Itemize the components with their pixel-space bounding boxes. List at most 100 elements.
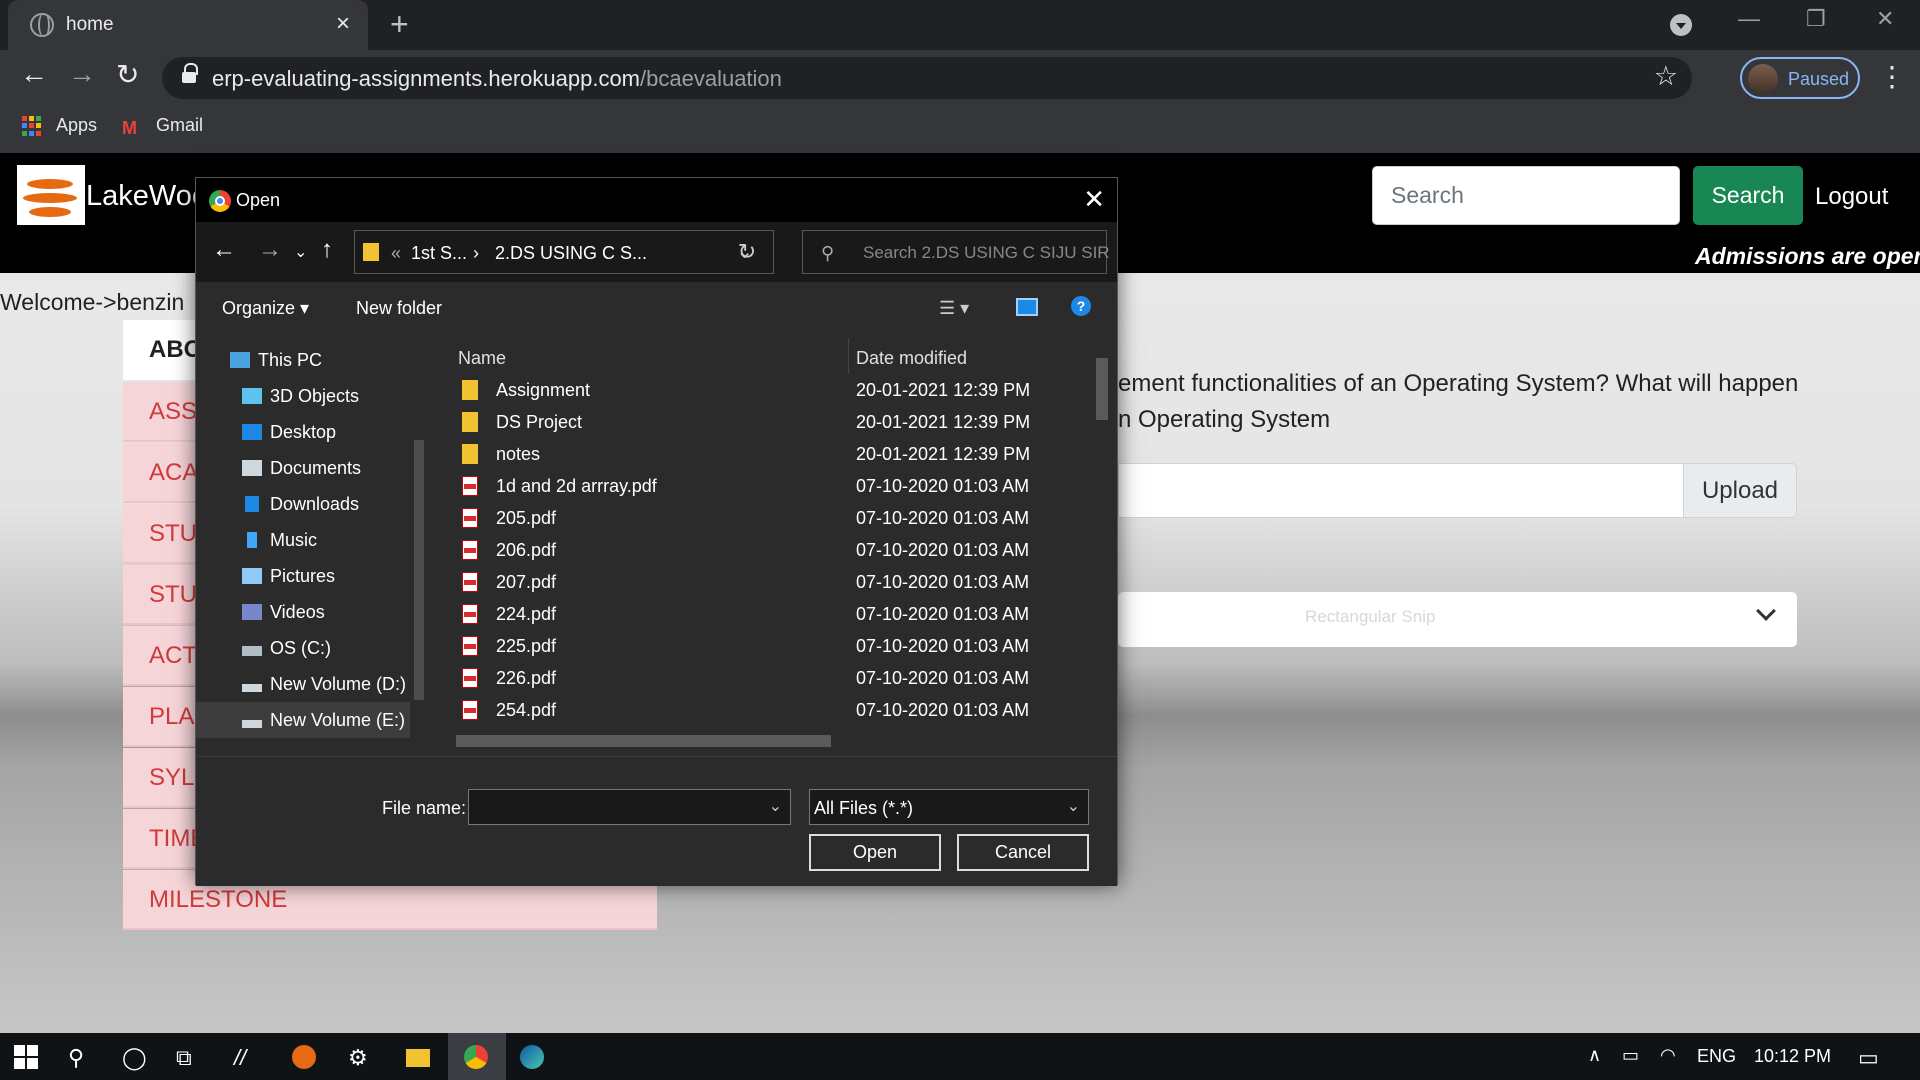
organize-button[interactable]: Organize ▾	[222, 298, 309, 319]
menu-kebab-icon[interactable]: ⋮	[1878, 60, 1906, 93]
forward-icon[interactable]: →	[68, 58, 96, 90]
preview-pane-icon[interactable]	[1016, 298, 1038, 316]
back-icon[interactable]: ←	[212, 236, 236, 264]
file-row[interactable]: notes 20-01-2021 12:39 PM	[436, 438, 1101, 470]
file-row[interactable]: 226.pdf 07-10-2020 01:03 AM	[436, 662, 1101, 694]
breadcrumb-item[interactable]: 2.DS USING C S...	[495, 243, 647, 264]
edge-icon[interactable]	[520, 1045, 544, 1069]
windows-start-icon[interactable]	[14, 1045, 38, 1069]
chevron-down-icon	[1756, 601, 1776, 621]
file-row[interactable]: Assignment 20-01-2021 12:39 PM	[436, 374, 1101, 406]
view-options-icon[interactable]: ☰ ▾	[939, 298, 969, 319]
battery-icon[interactable]: ▭	[1622, 1045, 1639, 1066]
profile-button[interactable]: Paused	[1740, 57, 1860, 99]
nav-drive-e[interactable]: New Volume (E:)	[242, 710, 405, 731]
tab-title: home	[66, 14, 114, 35]
file-row[interactable]: 1d and 2d arrray.pdf 07-10-2020 01:03 AM	[436, 470, 1101, 502]
help-icon[interactable]: ?	[1071, 296, 1091, 316]
new-tab-button[interactable]: +	[390, 6, 409, 43]
bookmark-star-icon[interactable]: ☆	[1654, 61, 1678, 92]
language-indicator[interactable]: ENG	[1697, 1046, 1736, 1067]
file-list-vertical-scrollbar[interactable]	[1091, 330, 1113, 732]
close-tab-icon[interactable]: ×	[336, 10, 350, 38]
file-name-label: File name:	[382, 798, 467, 818]
restore-button[interactable]: ❐	[1806, 6, 1826, 32]
file-name: 226.pdf	[496, 668, 557, 688]
nav-drive-d[interactable]: New Volume (D:)	[242, 674, 406, 695]
browser-tab[interactable]: home ×	[8, 0, 368, 50]
window-close-button[interactable]: ✕	[1876, 6, 1894, 32]
address-bar[interactable]: erp-evaluating-assignments.herokuapp.com…	[162, 57, 1692, 99]
open-button[interactable]: Open	[809, 834, 941, 871]
search-icon[interactable]: ⚲	[68, 1045, 84, 1071]
reload-icon[interactable]: ↻	[116, 58, 139, 91]
back-icon[interactable]: ←	[20, 58, 48, 90]
file-input-field[interactable]	[1118, 463, 1683, 518]
nav-videos[interactable]: Videos	[242, 602, 325, 623]
upload-button[interactable]: Upload	[1683, 463, 1797, 518]
file-name-input[interactable]: ⌄	[468, 789, 791, 825]
refresh-icon[interactable]: ↻	[719, 232, 775, 272]
folder-icon	[462, 444, 478, 464]
file-row[interactable]: DS Project 20-01-2021 12:39 PM	[436, 406, 1101, 438]
bookmark-gmail[interactable]: Gmail	[156, 115, 203, 136]
file-row[interactable]: 205.pdf 07-10-2020 01:03 AM	[436, 502, 1101, 534]
file-list-horizontal-scrollbar[interactable]	[436, 730, 1096, 752]
nav-pane-scrollbar[interactable]	[410, 330, 428, 738]
forward-icon[interactable]: →	[258, 236, 282, 264]
taskbar-clock[interactable]: 10:12 PM	[1754, 1046, 1831, 1067]
nav-desktop[interactable]: Desktop	[242, 422, 336, 443]
chrome-icon[interactable]	[464, 1045, 488, 1069]
dialog-title: Open	[236, 190, 281, 210]
file-row[interactable]: 224.pdf 07-10-2020 01:03 AM	[436, 598, 1101, 630]
site-search-input[interactable]	[1372, 166, 1680, 225]
file-explorer-icon[interactable]	[406, 1049, 430, 1067]
file-row[interactable]: 206.pdf 07-10-2020 01:03 AM	[436, 534, 1101, 566]
tray-chevron-icon[interactable]: ∧	[1588, 1045, 1601, 1066]
dialog-search-input[interactable]: ⚲ Search 2.DS USING C SIJU SIR	[802, 230, 1110, 274]
nav-pictures[interactable]: Pictures	[242, 566, 335, 587]
file-row[interactable]: 254.pdf 07-10-2020 01:03 AM	[436, 694, 1101, 726]
file-type-select[interactable]: All Files (*.*) ⌄	[809, 789, 1089, 825]
minimize-button[interactable]: —	[1738, 6, 1760, 32]
apps-grid-icon[interactable]	[22, 116, 42, 136]
breadcrumb-item[interactable]: 1st S...	[411, 243, 467, 264]
column-name-header[interactable]: Name	[458, 348, 506, 369]
nav-drive-c[interactable]: OS (C:)	[242, 638, 331, 659]
app-icon[interactable]	[292, 1045, 316, 1069]
nav-documents[interactable]: Documents	[242, 458, 361, 479]
file-row[interactable]: 207.pdf 07-10-2020 01:03 AM	[436, 566, 1101, 598]
dialog-address-bar[interactable]: « 1st S... › 2.DS USING C S... ⌄	[354, 230, 774, 274]
new-folder-button[interactable]: New folder	[356, 298, 442, 319]
logout-link[interactable]: Logout	[1815, 183, 1888, 211]
task-view-icon[interactable]: ⧉	[176, 1045, 192, 1071]
nav-downloads[interactable]: Downloads	[242, 494, 359, 515]
select-dropdown[interactable]	[1118, 592, 1797, 647]
file-row[interactable]: 225.pdf 07-10-2020 01:03 AM	[436, 630, 1101, 662]
tab-search-icon[interactable]	[1670, 14, 1692, 36]
site-logo[interactable]	[17, 165, 85, 225]
nav-this-pc[interactable]: This PC	[230, 350, 322, 371]
notification-icon[interactable]: ▭	[1858, 1045, 1879, 1071]
gmail-icon[interactable]: M	[122, 118, 137, 139]
nav-3d-objects[interactable]: 3D Objects	[242, 386, 359, 407]
pen-app-icon[interactable]: //	[234, 1045, 246, 1071]
nav-music[interactable]: Music	[242, 530, 317, 551]
settings-gear-icon[interactable]: ⚙	[348, 1045, 368, 1071]
site-brand[interactable]: LakeWoo	[86, 180, 208, 213]
dialog-nav-pane: This PC 3D Objects Desktop Documents Dow…	[196, 330, 428, 738]
cancel-button[interactable]: Cancel	[957, 834, 1089, 871]
wifi-icon[interactable]: ◠	[1660, 1045, 1676, 1066]
bookmark-apps[interactable]: Apps	[56, 115, 97, 136]
up-folder-icon[interactable]: ↑	[321, 236, 333, 264]
column-date-header[interactable]: Date modified	[856, 348, 967, 369]
site-search-button[interactable]: Search	[1693, 166, 1803, 225]
dialog-titlebar: Open ✕	[196, 178, 1117, 222]
chevron-down-icon[interactable]: ⌄	[769, 796, 782, 816]
recent-locations-icon[interactable]: ⌄	[294, 242, 307, 262]
cortana-icon[interactable]: ◯	[122, 1045, 147, 1071]
pdf-file-icon	[462, 572, 478, 592]
dialog-close-icon[interactable]: ✕	[1083, 184, 1105, 215]
pdf-file-icon	[462, 508, 478, 528]
snip-ghost-text: Rectangular Snip	[1305, 607, 1436, 626]
